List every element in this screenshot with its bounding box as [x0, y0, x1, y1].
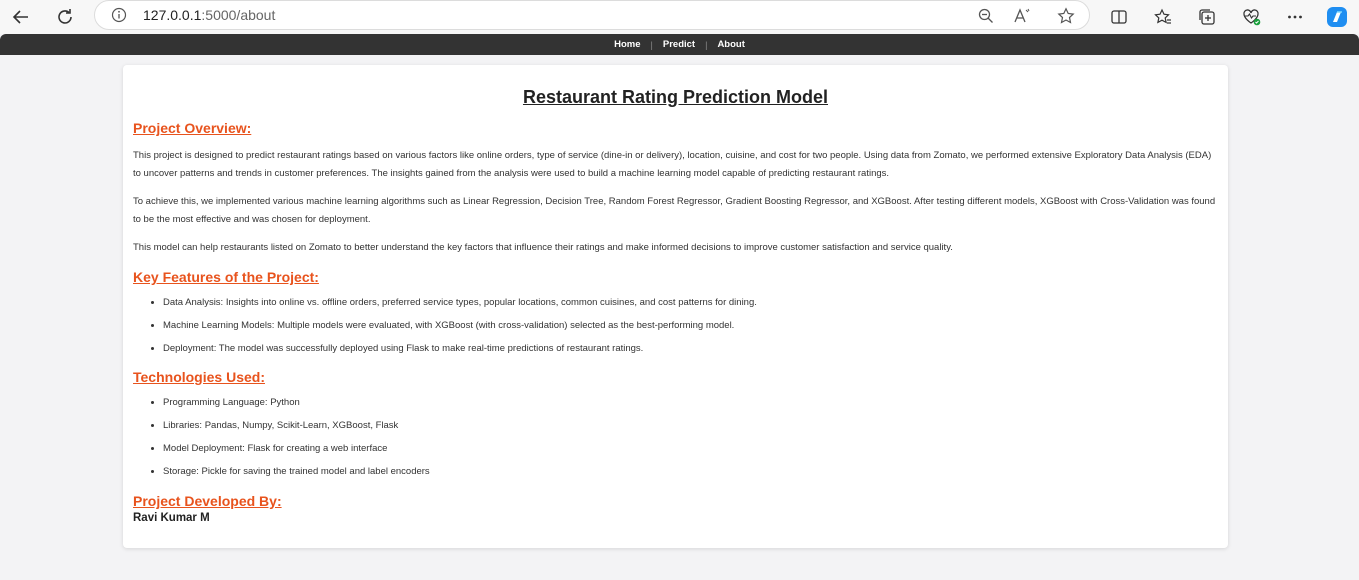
features-list: Data Analysis: Insights into online vs. …: [133, 291, 1218, 360]
info-icon[interactable]: [111, 7, 127, 23]
url-host: 127.0.0.1: [143, 7, 202, 23]
list-item: Model Deployment: Flask for creating a w…: [163, 437, 1218, 460]
page-title: Restaurant Rating Prediction Model: [522, 87, 829, 107]
copilot-icon[interactable]: [1324, 4, 1350, 30]
about-card: Restaurant Rating Prediction Model Proje…: [123, 65, 1228, 548]
site-nav: Home | Predict | About: [0, 34, 1359, 55]
back-arrow-icon[interactable]: [8, 4, 34, 30]
overview-paragraph-1: This project is designed to predict rest…: [133, 150, 1212, 179]
list-item: Deployment: The model was successfully d…: [163, 337, 1218, 360]
overview-paragraph-3: This model can help restaurants listed o…: [133, 242, 953, 253]
list-item: Machine Learning Models: Multiple models…: [163, 314, 1218, 337]
split-screen-icon[interactable]: [1106, 4, 1132, 30]
developer-name: Ravi Kumar M: [133, 512, 210, 524]
read-aloud-icon[interactable]: [1011, 5, 1033, 27]
nav-predict-link[interactable]: Predict: [653, 39, 705, 50]
technologies-heading: Technologies Used:: [133, 369, 265, 385]
overview-paragraph-2: To achieve this, we implemented various …: [133, 196, 1216, 225]
features-heading: Key Features of the Project:: [133, 269, 319, 285]
refresh-icon[interactable]: [52, 4, 78, 30]
collections-icon[interactable]: [1194, 4, 1220, 30]
browser-health-icon[interactable]: [1238, 4, 1264, 30]
zoom-out-icon[interactable]: [975, 5, 997, 27]
developer-heading: Project Developed By:: [133, 493, 282, 509]
overview-heading: Project Overview:: [133, 120, 252, 136]
list-item: Programming Language: Python: [163, 391, 1218, 414]
url-text[interactable]: 127.0.0.1:5000/about: [143, 7, 275, 23]
favorites-icon[interactable]: [1150, 4, 1176, 30]
more-options-icon[interactable]: [1282, 4, 1308, 30]
address-bar[interactable]: 127.0.0.1:5000/about: [94, 0, 1090, 30]
nav-home-link[interactable]: Home: [604, 39, 650, 50]
list-item: Data Analysis: Insights into online vs. …: [163, 291, 1218, 314]
list-item: Libraries: Pandas, Numpy, Scikit-Learn, …: [163, 414, 1218, 437]
nav-about-link[interactable]: About: [707, 39, 754, 50]
browser-toolbar: 127.0.0.1:5000/about: [0, 0, 1359, 34]
technologies-list: Programming Language: Python Libraries: …: [133, 391, 1218, 483]
favorite-star-icon[interactable]: [1055, 5, 1077, 27]
list-item: Storage: Pickle for saving the trained m…: [163, 460, 1218, 483]
url-path: :5000/about: [201, 7, 276, 23]
